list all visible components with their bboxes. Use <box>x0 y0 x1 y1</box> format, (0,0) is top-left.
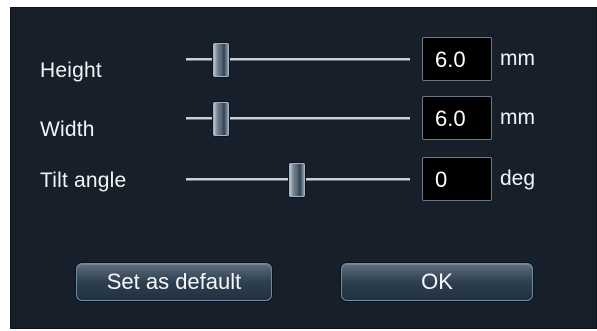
tilt-angle-slider-thumb[interactable] <box>289 163 305 197</box>
tilt-angle-row: Tilt angle 0 deg <box>10 157 597 207</box>
settings-dialog: Height 6.0 mm Width 6.0 mm Tilt angle 0 … <box>10 7 597 329</box>
height-unit: mm <box>500 47 535 70</box>
width-unit: mm <box>500 106 535 129</box>
width-slider[interactable] <box>186 98 410 138</box>
width-label: Width <box>40 118 95 141</box>
width-value-field[interactable]: 6.0 <box>422 96 492 140</box>
height-slider-thumb[interactable] <box>213 43 229 77</box>
tilt-angle-value-field[interactable]: 0 <box>422 157 492 201</box>
height-slider[interactable] <box>186 39 410 79</box>
ok-button[interactable]: OK <box>341 263 533 301</box>
tilt-angle-label: Tilt angle <box>40 169 127 192</box>
tilt-angle-unit: deg <box>500 167 536 190</box>
height-row: Height 6.0 mm <box>10 37 597 87</box>
height-label: Height <box>40 59 102 82</box>
width-slider-thumb[interactable] <box>213 102 229 136</box>
height-value-field[interactable]: 6.0 <box>422 37 492 81</box>
set-as-default-button[interactable]: Set as default <box>76 263 272 301</box>
tilt-angle-slider[interactable] <box>186 159 410 199</box>
width-row: Width 6.0 mm <box>10 96 597 146</box>
